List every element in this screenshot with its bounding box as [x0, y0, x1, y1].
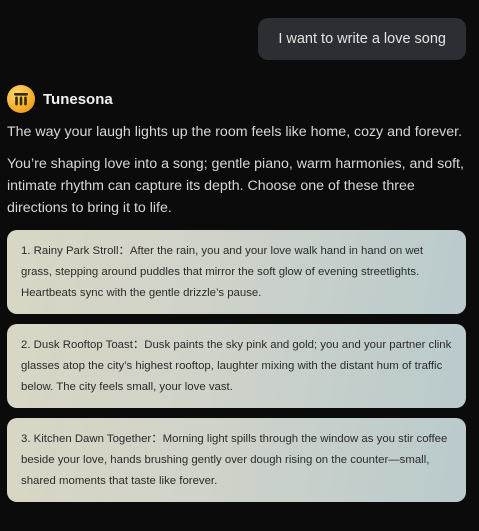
- response-body: You’re shaping love into a song; gentle …: [7, 156, 464, 216]
- option-card-dusk-rooftop-toast[interactable]: 2. Dusk Rooftop Toast：Dusk paints the sk…: [7, 324, 466, 408]
- option-card-text: 2. Dusk Rooftop Toast：Dusk paints the sk…: [21, 339, 452, 393]
- tunesona-logo-icon: [7, 85, 35, 113]
- option-card-text: 1. Rainy Park Stroll：After the rain, you…: [21, 245, 424, 299]
- bot-header: Tunesona: [7, 85, 113, 113]
- option-card-rainy-park-stroll[interactable]: 1. Rainy Park Stroll：After the rain, you…: [7, 230, 466, 314]
- option-card-kitchen-dawn-together[interactable]: 3. Kitchen Dawn Together：Morning light s…: [7, 418, 466, 502]
- user-message-text: I want to write a love song: [278, 31, 446, 47]
- user-message-bubble: I want to write a love song: [258, 18, 466, 60]
- response-intro: The way your laugh lights up the room fe…: [7, 124, 463, 140]
- bot-name: Tunesona: [43, 90, 113, 108]
- option-card-text: 3. Kitchen Dawn Together：Morning light s…: [21, 433, 448, 487]
